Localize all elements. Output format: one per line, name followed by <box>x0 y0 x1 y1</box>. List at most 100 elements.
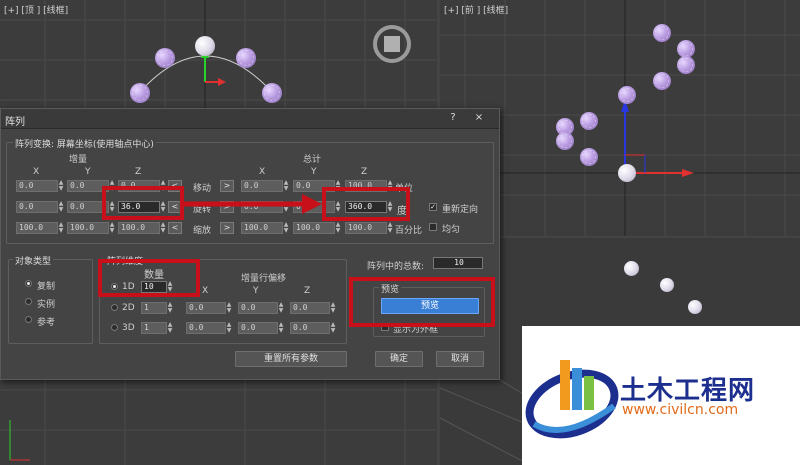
spinner-arrows[interactable]: ▲▼ <box>335 222 341 234</box>
sphere[interactable] <box>653 72 671 90</box>
highlight-rotate-total <box>322 187 410 221</box>
spinner-arrows[interactable]: ▲▼ <box>160 222 166 234</box>
reorient-checkbox[interactable]: ✓ <box>429 203 437 211</box>
scale-label: 缩放 <box>193 226 212 236</box>
spinner-arrows[interactable]: ▲▼ <box>330 302 336 314</box>
cancel-button[interactable]: 取消 <box>436 351 484 367</box>
instance-radio[interactable] <box>25 298 32 305</box>
tot-x-header: X <box>259 167 266 177</box>
sphere[interactable] <box>580 148 598 166</box>
2d-radio[interactable] <box>111 304 118 311</box>
3d-label: 3D <box>122 323 135 333</box>
sphere[interactable] <box>688 300 702 314</box>
help-button[interactable]: ? <box>447 112 459 124</box>
spinner-arrows[interactable]: ▲▼ <box>387 222 393 234</box>
scale-inc-y[interactable]: 100.0 <box>67 222 109 234</box>
3d-radio[interactable] <box>111 324 118 331</box>
offset-y-header: Y <box>253 286 259 296</box>
sphere[interactable] <box>618 86 636 104</box>
spinner-arrows[interactable]: ▲▼ <box>226 322 232 334</box>
spinner-arrows[interactable]: ▲▼ <box>167 322 173 334</box>
reference-radio[interactable] <box>25 316 32 323</box>
3d-offset-x[interactable]: 0.0 <box>186 322 226 334</box>
move-inc-x[interactable]: 0.0 <box>16 180 58 192</box>
increment-header: 增量 <box>69 155 88 165</box>
inc-x-header: X <box>33 167 40 177</box>
front-viewport-label[interactable]: [+] [前 ] [线框] <box>444 3 508 16</box>
copy-label: 复制 <box>37 282 56 292</box>
2d-offset-y[interactable]: 0.0 <box>238 302 278 314</box>
sphere-selected[interactable] <box>618 164 636 182</box>
watermark-url: www.civilcn.com <box>622 402 739 418</box>
3d-offset-y[interactable]: 0.0 <box>238 322 278 334</box>
sphere[interactable] <box>236 48 256 68</box>
ok-button[interactable]: 确定 <box>375 351 423 367</box>
offset-z-header: Z <box>304 286 311 296</box>
close-button[interactable]: × <box>473 112 485 124</box>
inc-z-header: Z <box>135 167 142 177</box>
spinner-arrows[interactable]: ▲▼ <box>58 180 64 192</box>
2d-offset-z[interactable]: 0.0 <box>290 302 330 314</box>
scale-inc-z[interactable]: 100.0 <box>118 222 160 234</box>
sphere[interactable] <box>653 24 671 42</box>
move-tot-x[interactable]: 0.0 <box>241 180 283 192</box>
scale-right-arrow-button[interactable]: > <box>220 222 234 234</box>
sphere[interactable] <box>556 132 574 150</box>
spinner-arrows[interactable]: ▲▼ <box>278 322 284 334</box>
inc-y-header: Y <box>85 167 91 177</box>
uniform-checkbox[interactable] <box>429 223 437 231</box>
watermark: 土木工程网 www.civilcn.com <box>522 326 800 465</box>
uniform-label: 均匀 <box>442 225 461 235</box>
spinner-arrows[interactable]: ▲▼ <box>109 222 115 234</box>
spinner-arrows[interactable]: ▲▼ <box>278 302 284 314</box>
reorient-label: 重新定向 <box>442 205 479 215</box>
spinner-arrows[interactable]: ▲▼ <box>330 322 336 334</box>
2d-offset-x[interactable]: 0.0 <box>186 302 226 314</box>
3d-offset-z[interactable]: 0.0 <box>290 322 330 334</box>
tot-z-header: Z <box>361 167 368 177</box>
scale-tot-y[interactable]: 100.0 <box>293 222 335 234</box>
top-viewport-label[interactable]: [+] [顶 ] [线框] <box>4 3 68 16</box>
dialog-title: 阵列 <box>5 117 25 128</box>
sphere[interactable] <box>624 261 639 276</box>
2d-label: 2D <box>122 303 135 313</box>
civilcn-logo-icon <box>525 360 619 439</box>
sphere[interactable] <box>580 112 598 130</box>
2d-count-spinner[interactable]: 1 <box>141 302 167 314</box>
highlight-rotate-increment <box>102 186 184 220</box>
sphere[interactable] <box>130 83 150 103</box>
highlight-preview <box>349 277 495 327</box>
highlight-arrow <box>184 194 322 214</box>
scale-left-arrow-button[interactable]: < <box>168 222 182 234</box>
sphere[interactable] <box>677 56 695 74</box>
rotate-inc-x[interactable]: 0.0 <box>16 201 58 213</box>
spinner-arrows[interactable]: ▲▼ <box>58 222 64 234</box>
reset-all-button[interactable]: 重置所有参数 <box>235 351 347 367</box>
sphere[interactable] <box>660 278 674 292</box>
spinner-arrows[interactable]: ▲▼ <box>226 302 232 314</box>
offset-x-header: X <box>202 286 209 296</box>
array-dialog: 阵列 ? × 阵列变换: 屏幕坐标(使用轴点中心) 增量 总计 X Y Z X … <box>0 108 500 380</box>
sphere-selected[interactable] <box>195 36 215 56</box>
sphere[interactable] <box>155 48 175 68</box>
object-type-title: 对象类型 <box>13 254 54 267</box>
copy-radio[interactable] <box>25 280 32 287</box>
spinner-arrows[interactable]: ▲▼ <box>167 302 173 314</box>
dialog-titlebar[interactable]: 阵列 ? × <box>1 109 499 129</box>
instance-label: 实例 <box>37 300 56 310</box>
spinner-arrows[interactable]: ▲▼ <box>58 201 64 213</box>
scale-tot-z[interactable]: 100.0 <box>345 222 387 234</box>
sphere[interactable] <box>262 83 282 103</box>
scale-inc-x[interactable]: 100.0 <box>16 222 58 234</box>
row-offset-header: 增量行偏移 <box>241 274 287 284</box>
scale-tot-x[interactable]: 100.0 <box>241 222 283 234</box>
highlight-count <box>98 259 200 297</box>
spinner-arrows[interactable]: ▲▼ <box>283 180 289 192</box>
move-right-arrow-button[interactable]: > <box>220 180 234 192</box>
total-in-array-label: 阵列中的总数: <box>367 262 425 272</box>
3d-count-spinner[interactable]: 1 <box>141 322 167 334</box>
scale-unit-label: 百分比 <box>395 226 423 236</box>
total-header: 总计 <box>303 155 322 165</box>
tot-y-header: Y <box>311 167 317 177</box>
spinner-arrows[interactable]: ▲▼ <box>283 222 289 234</box>
